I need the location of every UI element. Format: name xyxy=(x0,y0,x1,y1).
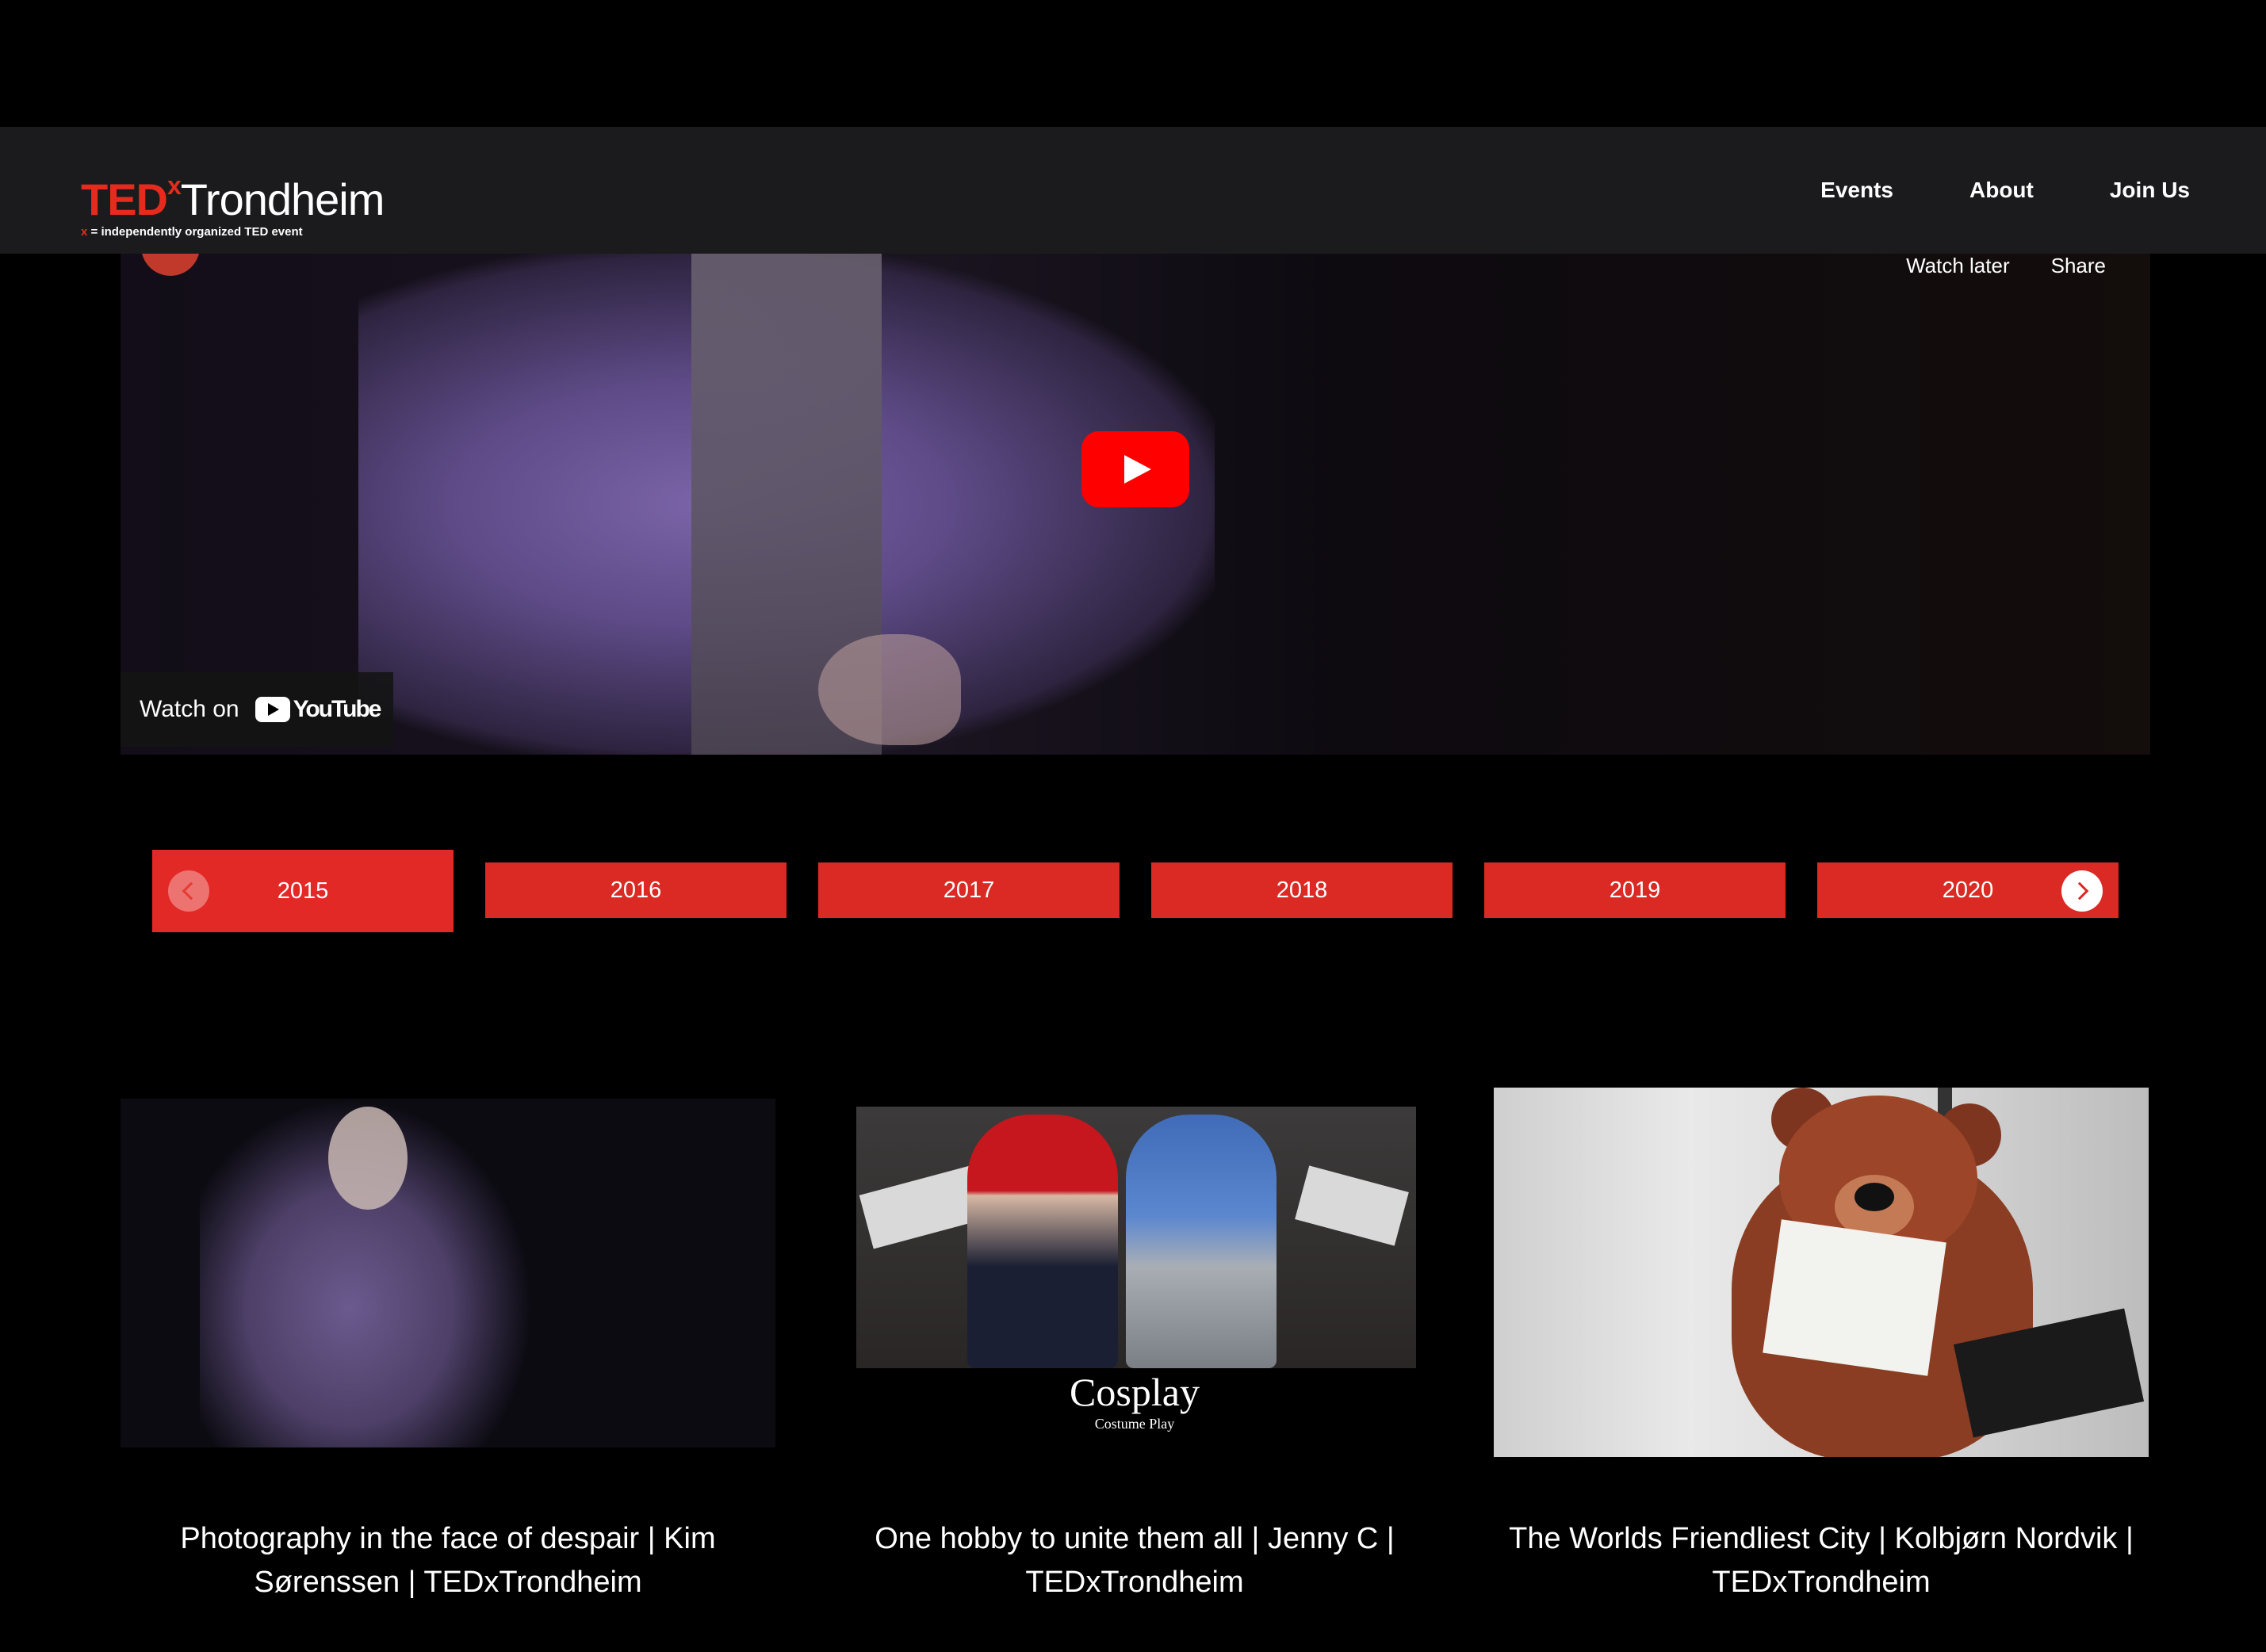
video-thumbnail xyxy=(121,1099,775,1447)
thumbnail-caption: Cosplay Costume Play xyxy=(1070,1370,1200,1432)
year-tab-2019[interactable]: 2019 xyxy=(1484,862,1786,918)
carousel-prev-button[interactable] xyxy=(168,870,209,912)
year-tab-2018[interactable]: 2018 xyxy=(1151,862,1453,918)
video-card-3[interactable] xyxy=(1494,1027,2149,1519)
share-button[interactable]: Share xyxy=(2051,254,2106,278)
play-button[interactable] xyxy=(1081,431,1189,507)
video-thumbnail xyxy=(856,1107,1416,1368)
play-icon xyxy=(1124,455,1151,484)
nav-about[interactable]: About xyxy=(1969,178,2034,203)
year-tab-2016[interactable]: 2016 xyxy=(485,862,787,918)
carousel-next-button[interactable] xyxy=(2061,870,2103,912)
logo-x: x xyxy=(167,171,182,200)
video-frame-hand xyxy=(818,634,961,745)
watch-on-youtube-button[interactable]: Watch on YouTube xyxy=(121,672,393,747)
video-card-title[interactable]: The Worlds Friendliest City | Kolbjørn N… xyxy=(1494,1517,2149,1604)
video-card-title[interactable]: Photography in the face of despair | Kim… xyxy=(121,1517,775,1604)
watch-later-button[interactable]: Watch later xyxy=(1906,254,2010,278)
video-top-actions: Watch later Share xyxy=(1906,254,2106,278)
tedx-logo[interactable]: TEDxTrondheim x = independently organize… xyxy=(81,162,385,239)
nav-join-us[interactable]: Join Us xyxy=(2110,178,2190,203)
youtube-play-icon xyxy=(255,697,290,722)
youtube-embed[interactable]: Watch later Share Watch on YouTube xyxy=(121,254,2150,755)
year-tab-2017[interactable]: 2017 xyxy=(818,862,1120,918)
logo-ted: TED xyxy=(81,174,168,224)
nav-events[interactable]: Events xyxy=(1820,178,1893,203)
chevron-right-icon xyxy=(2070,881,2089,901)
logo-tagline: x = independently organized TED event xyxy=(81,225,303,239)
browser-top-area xyxy=(0,0,2266,124)
logo-city: Trondheim xyxy=(180,174,385,224)
watch-on-label: Watch on xyxy=(140,696,239,722)
youtube-logo: YouTube xyxy=(255,696,381,723)
site-header: TEDxTrondheim x = independently organize… xyxy=(0,127,2266,254)
video-card-2[interactable]: Cosplay Costume Play xyxy=(807,1027,1462,1519)
main-nav: Events About Join Us xyxy=(1820,127,2190,254)
channel-avatar[interactable] xyxy=(141,254,200,276)
video-card-title[interactable]: One hobby to unite them all | Jenny C | … xyxy=(807,1517,1462,1604)
video-card-1[interactable] xyxy=(121,1027,775,1519)
video-thumbnail xyxy=(1494,1088,2149,1457)
chevron-left-icon xyxy=(182,881,201,901)
